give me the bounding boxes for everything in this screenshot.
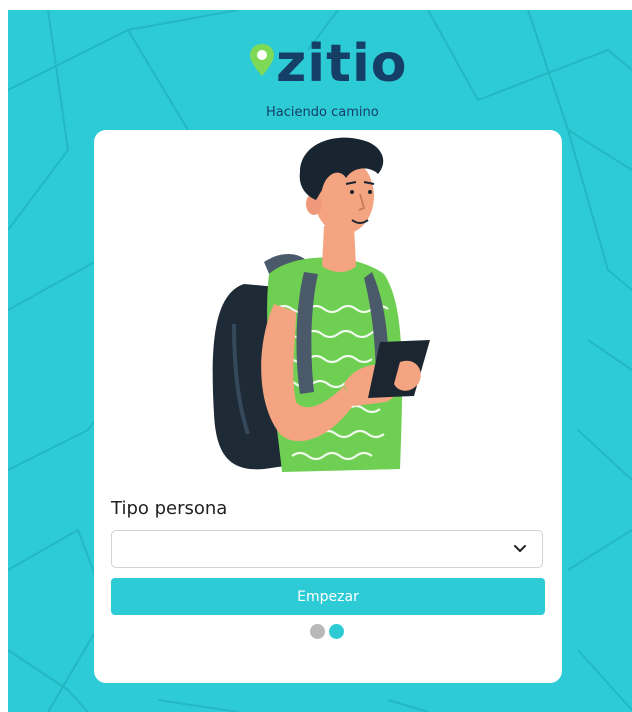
- empezar-button[interactable]: Empezar: [111, 578, 545, 615]
- zitio-logo: zitio Haciendo camino: [248, 34, 408, 122]
- brand-tagline: Haciendo camino: [266, 105, 379, 120]
- man-with-backpack-holding-phone-illustration: [212, 137, 430, 472]
- location-pin-icon: [250, 44, 274, 76]
- chevron-down-icon: [514, 545, 526, 552]
- pagination-dot-active[interactable]: [329, 624, 344, 639]
- tipo-persona-label: Tipo persona: [111, 498, 228, 519]
- tipo-persona-select[interactable]: [111, 530, 543, 568]
- pagination-dot[interactable]: [310, 624, 325, 639]
- brand-wordmark: zitio: [276, 34, 408, 94]
- pagination-dots: [310, 624, 350, 640]
- welcome-card: Tipo persona Empezar: [94, 130, 562, 683]
